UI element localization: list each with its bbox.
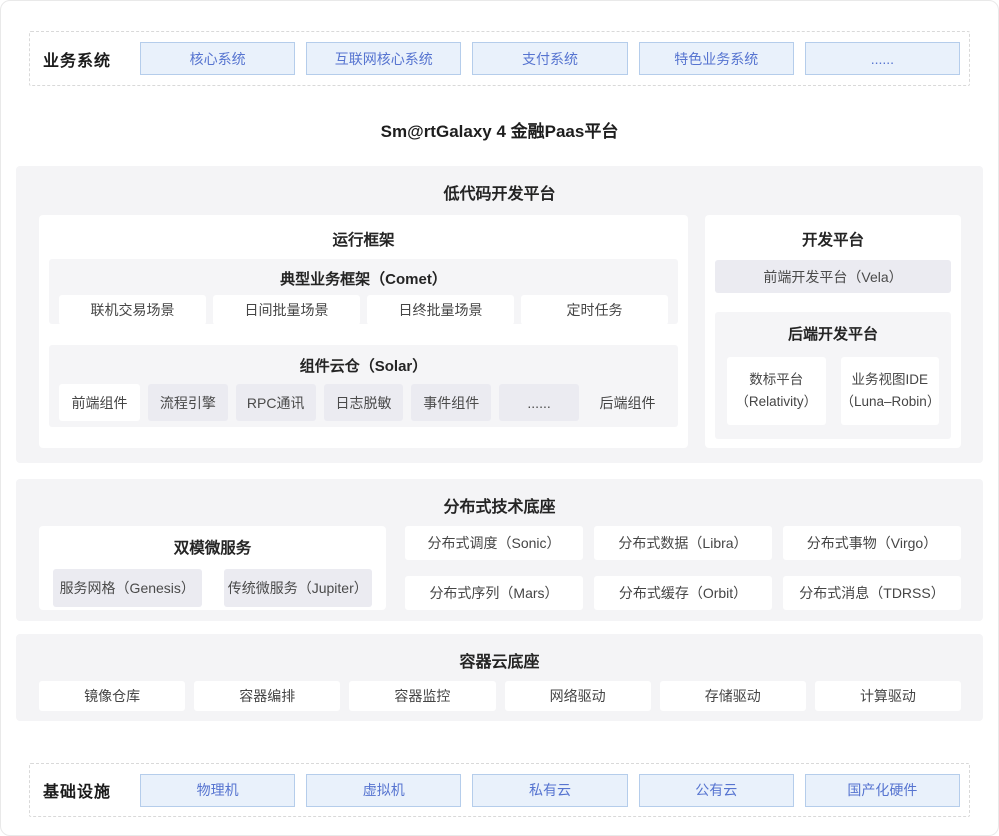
dev-platform-box: 开发平台 前端开发平台（Vela） 后端开发平台 数标平台 （Relativit… <box>705 215 961 448</box>
distributed-base-title: 分布式技术底座 <box>16 479 983 517</box>
container-cloud-items: 镜像仓库 容器编排 容器监控 网络驱动 存储驱动 计算驱动 <box>39 681 961 711</box>
lowcode-body: 运行框架 典型业务框架（Comet） 联机交易场景 日间批量场景 日终批量场景 … <box>39 215 961 448</box>
solar-item-event-components: 事件组件 <box>411 384 491 421</box>
infra-domestic-hardware: 国产化硬件 <box>805 774 960 807</box>
lowcode-platform-section: 低代码开发平台 运行框架 典型业务框架（Comet） 联机交易场景 日间批量场景… <box>16 166 983 463</box>
storage-driver: 存储驱动 <box>660 681 806 711</box>
luna-robin-code: （Luna–Robin） <box>841 391 940 413</box>
distributed-transaction-virgo: 分布式事物（Virgo） <box>783 526 961 560</box>
infra-physical-machine: 物理机 <box>140 774 295 807</box>
solar-item-more: ...... <box>499 384 579 421</box>
dual-mode-microservice-box: 双模微服务 服务网格（Genesis） 传统微服务（Jupiter） <box>39 526 386 610</box>
distributed-services-grid: 分布式调度（Sonic） 分布式数据（Libra） 分布式事物（Virgo） 分… <box>405 526 961 610</box>
backend-dev-platform-title: 后端开发平台 <box>715 312 951 344</box>
comet-item-daytime-batch: 日间批量场景 <box>213 295 360 325</box>
container-cloud-section: 容器云底座 镜像仓库 容器编排 容器监控 网络驱动 存储驱动 计算驱动 <box>16 634 983 721</box>
container-orchestration: 容器编排 <box>194 681 340 711</box>
container-monitoring: 容器监控 <box>349 681 495 711</box>
data-standard-platform-relativity: 数标平台 （Relativity） <box>727 357 826 425</box>
infra-public-cloud: 公有云 <box>639 774 794 807</box>
backend-dev-platform-box: 后端开发平台 数标平台 （Relativity） 业务视图IDE （Luna–R… <box>715 312 951 439</box>
business-system-internet-core: 互联网核心系统 <box>306 42 461 75</box>
luna-robin-name: 业务视图IDE <box>851 369 928 391</box>
business-system-special: 特色业务系统 <box>639 42 794 75</box>
relativity-name: 数标平台 <box>749 369 803 391</box>
comet-items: 联机交易场景 日间批量场景 日终批量场景 定时任务 <box>59 295 668 325</box>
comet-framework-title: 典型业务框架（Comet） <box>49 259 678 289</box>
lowcode-platform-title: 低代码开发平台 <box>16 166 983 204</box>
infrastructure-items: 物理机 虚拟机 私有云 公有云 国产化硬件 <box>140 774 960 807</box>
dev-platform-title: 开发平台 <box>705 215 961 250</box>
backend-dev-items: 数标平台 （Relativity） 业务视图IDE （Luna–Robin） <box>727 357 939 425</box>
business-view-ide-luna-robin: 业务视图IDE （Luna–Robin） <box>841 357 940 425</box>
dual-mode-title: 双模微服务 <box>39 526 386 558</box>
solar-item-rpc: RPC通讯 <box>236 384 316 421</box>
image-registry: 镜像仓库 <box>39 681 185 711</box>
business-systems-section: 业务系统 核心系统 互联网核心系统 支付系统 特色业务系统 ...... <box>29 31 970 86</box>
distributed-message-tdrss: 分布式消息（TDRSS） <box>783 576 961 610</box>
distributed-data-libra: 分布式数据（Libra） <box>594 526 772 560</box>
business-systems-label: 业务系统 <box>43 47 140 71</box>
solar-item-backend-components: 后端组件 <box>587 384 668 421</box>
business-systems-items: 核心系统 互联网核心系统 支付系统 特色业务系统 ...... <box>140 42 960 75</box>
relativity-code: （Relativity） <box>735 391 817 413</box>
solar-item-process-engine: 流程引擎 <box>148 384 228 421</box>
infrastructure-section: 基础设施 物理机 虚拟机 私有云 公有云 国产化硬件 <box>29 763 970 817</box>
dual-mode-items: 服务网格（Genesis） 传统微服务（Jupiter） <box>53 569 372 607</box>
solar-warehouse-box: 组件云仓（Solar） 前端组件 流程引擎 RPC通讯 日志脱敏 事件组件 ..… <box>49 345 678 427</box>
service-mesh-genesis: 服务网格（Genesis） <box>53 569 202 607</box>
distributed-body: 双模微服务 服务网格（Genesis） 传统微服务（Jupiter） 分布式调度… <box>39 526 961 610</box>
architecture-diagram: 业务系统 核心系统 互联网核心系统 支付系统 特色业务系统 ...... Sm@… <box>0 0 999 836</box>
infra-private-cloud: 私有云 <box>472 774 627 807</box>
infra-virtual-machine: 虚拟机 <box>306 774 461 807</box>
frontend-dev-platform-vela: 前端开发平台（Vela） <box>715 260 951 293</box>
comet-item-scheduled-task: 定时任务 <box>521 295 668 325</box>
solar-warehouse-title: 组件云仓（Solar） <box>49 345 678 376</box>
runtime-framework-box: 运行框架 典型业务框架（Comet） 联机交易场景 日间批量场景 日终批量场景 … <box>39 215 688 448</box>
comet-item-eod-batch: 日终批量场景 <box>367 295 514 325</box>
runtime-framework-title: 运行框架 <box>39 215 688 250</box>
compute-driver: 计算驱动 <box>815 681 961 711</box>
traditional-microservice-jupiter: 传统微服务（Jupiter） <box>224 569 373 607</box>
distributed-sequence-mars: 分布式序列（Mars） <box>405 576 583 610</box>
comet-framework-box: 典型业务框架（Comet） 联机交易场景 日间批量场景 日终批量场景 定时任务 <box>49 259 678 324</box>
business-system-more: ...... <box>805 42 960 75</box>
comet-item-online-trade: 联机交易场景 <box>59 295 206 325</box>
solar-item-frontend-components: 前端组件 <box>59 384 140 421</box>
business-system-payment: 支付系统 <box>472 42 627 75</box>
container-cloud-title: 容器云底座 <box>16 634 983 672</box>
solar-item-log-masking: 日志脱敏 <box>324 384 404 421</box>
distributed-base-section: 分布式技术底座 双模微服务 服务网格（Genesis） 传统微服务（Jupite… <box>16 479 983 621</box>
network-driver: 网络驱动 <box>505 681 651 711</box>
infrastructure-label: 基础设施 <box>43 778 140 802</box>
distributed-scheduling-sonic: 分布式调度（Sonic） <box>405 526 583 560</box>
platform-title: Sm@rtGalaxy 4 金融Paas平台 <box>1 117 998 140</box>
solar-items: 前端组件 流程引擎 RPC通讯 日志脱敏 事件组件 ...... 后端组件 <box>59 384 668 421</box>
distributed-cache-orbit: 分布式缓存（Orbit） <box>594 576 772 610</box>
business-system-core: 核心系统 <box>140 42 295 75</box>
